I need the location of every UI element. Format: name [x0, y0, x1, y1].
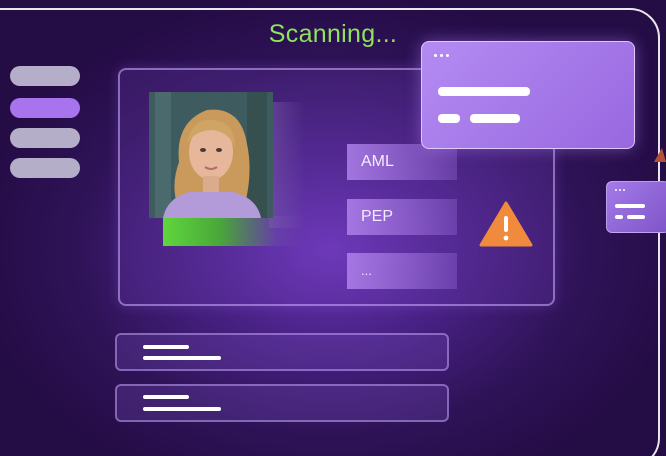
partial-warning-icon [654, 148, 666, 162]
check-more: ... [347, 253, 457, 289]
check-aml: AML [347, 144, 457, 180]
text-placeholder-short [615, 215, 623, 219]
sidebar-item-2-active[interactable] [10, 98, 80, 118]
info-popup-card [421, 41, 635, 149]
window-dot [619, 189, 621, 191]
kyc-scan-screen: Scanning... AML PEP ... [0, 0, 666, 456]
text-placeholder-line [438, 87, 530, 96]
photo-fade [269, 102, 305, 228]
window-dot [615, 189, 617, 191]
text-placeholder-line [143, 356, 221, 360]
mini-popup-card [606, 181, 666, 233]
sidebar-item-4[interactable] [10, 158, 80, 178]
sidebar-item-1[interactable] [10, 66, 80, 86]
warning-triangle-icon [479, 201, 533, 247]
text-placeholder-short [438, 114, 460, 123]
id-photo-card [149, 92, 305, 246]
window-dot [434, 54, 437, 57]
result-row[interactable] [115, 384, 449, 422]
sidebar-item-3[interactable] [10, 128, 80, 148]
result-row[interactable] [115, 333, 449, 371]
user-photo [149, 92, 273, 218]
window-dot [440, 54, 443, 57]
window-dot [623, 189, 625, 191]
text-placeholder-line [143, 395, 189, 399]
text-placeholder-line [615, 204, 645, 208]
portrait-image [149, 92, 273, 218]
check-pep: PEP [347, 199, 457, 235]
window-dot [446, 54, 449, 57]
text-placeholder-line [627, 215, 645, 219]
text-placeholder-line [143, 345, 189, 349]
text-placeholder-line [470, 114, 520, 123]
text-placeholder-line [143, 407, 221, 411]
